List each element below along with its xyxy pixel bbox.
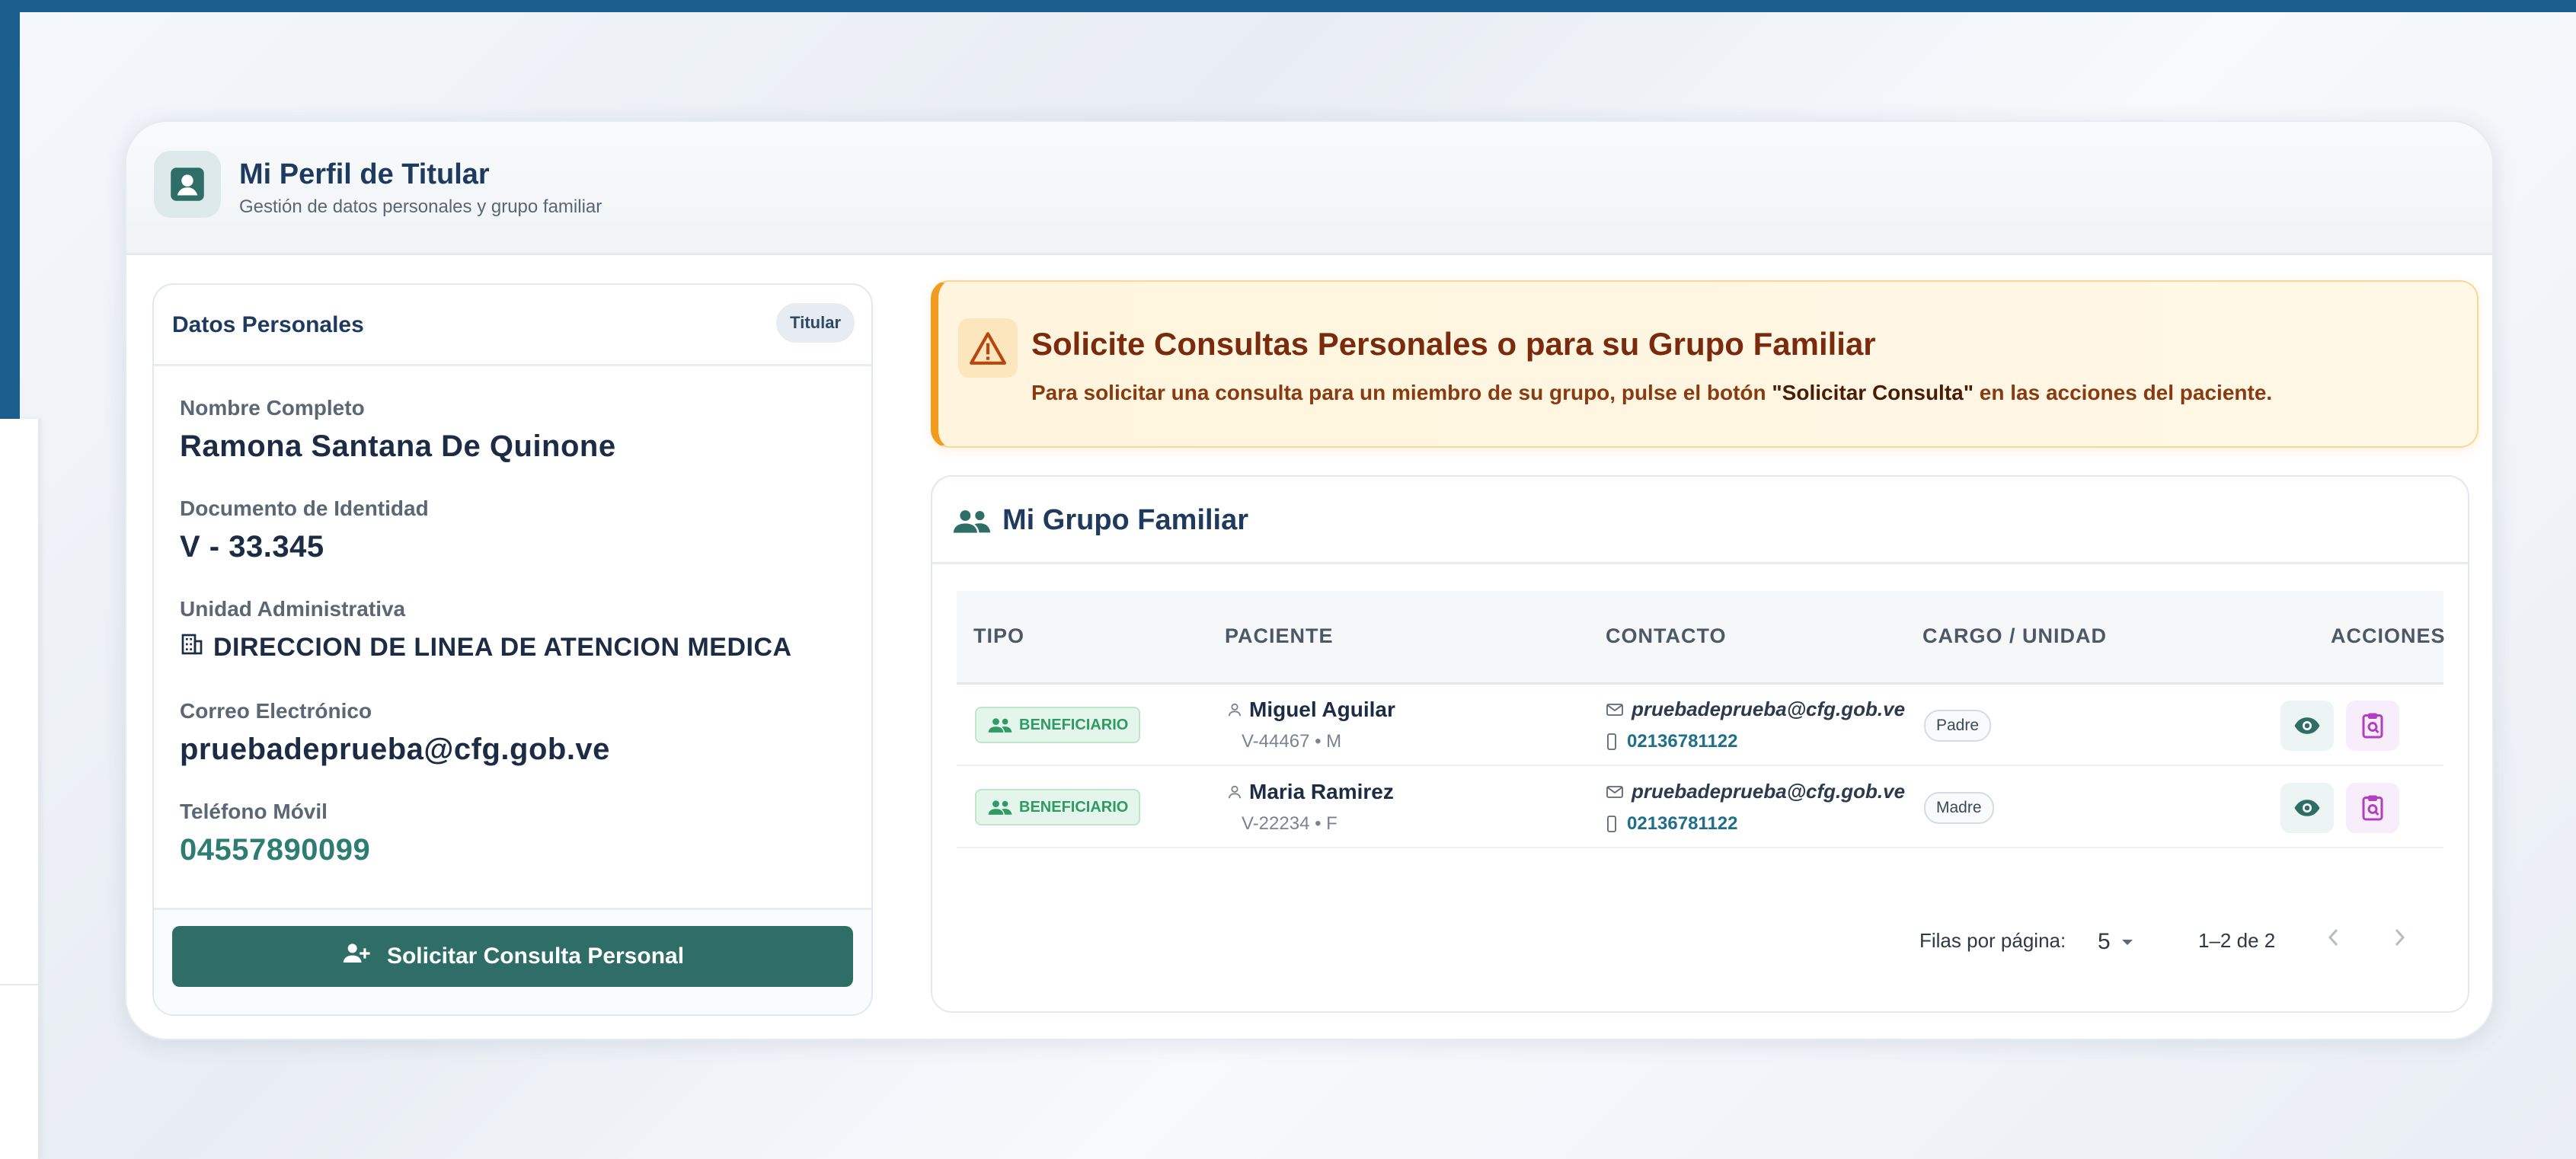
alert-message-end: en las acciones del paciente. — [1974, 381, 2273, 404]
patient-doc: V-22234 • F — [1242, 813, 1338, 834]
view-button[interactable] — [2280, 701, 2334, 751]
table-row: BENEFICIARIO Miguel Aguilar V-44467 • M … — [957, 684, 2443, 766]
unit-label: Unidad Administrativa — [180, 597, 406, 621]
beneficiary-label: BENEFICIARIO — [1019, 798, 1129, 816]
phone-label: Teléfono Móvil — [180, 800, 328, 823]
cargo-chip: Madre — [1924, 792, 1994, 824]
building-icon — [180, 632, 204, 663]
document-value: V - 33.345 — [180, 530, 324, 564]
page-subtitle: Gestión de datos personales y grupo fami… — [239, 196, 602, 217]
table-row: BENEFICIARIO Maria Ramirez V-22234 • F p… — [957, 766, 2443, 848]
person-icon — [1228, 785, 1242, 799]
eye-icon — [2294, 717, 2320, 734]
request-consult-button[interactable] — [2346, 783, 2399, 833]
left-sidebar-strip — [0, 12, 20, 423]
phone-icon — [1607, 816, 1616, 832]
unit-value: DIRECCION DE LINEA DE ATENCION MEDICA — [213, 633, 792, 662]
alert-message-start: Para solicitar una consulta para un miem… — [1031, 381, 1772, 404]
background-panel — [0, 419, 40, 1159]
beneficiary-label: BENEFICIARIO — [1019, 716, 1129, 733]
view-button[interactable] — [2280, 783, 2334, 833]
titular-badge: Titular — [776, 303, 855, 343]
request-personal-consult-button[interactable]: Solicitar Consulta Personal — [172, 926, 853, 987]
column-acciones: ACCIONES — [2331, 624, 2446, 647]
rows-per-page-value: 5 — [2098, 929, 2111, 954]
personal-data-card: Datos Personales Titular Nombre Completo… — [152, 283, 873, 1016]
add-person-icon — [341, 941, 372, 972]
patient-name: Maria Ramirez — [1226, 780, 1394, 804]
contact-phone: 02136781122 — [1606, 813, 1738, 835]
info-alert: Solicite Consultas Personales o para su … — [931, 280, 2479, 448]
personal-data-title: Datos Personales — [172, 312, 364, 337]
phone-value: 04557890099 — [180, 833, 371, 867]
contact-email: pruebadeprueba@cfg.gob.ve — [1606, 698, 1905, 721]
cargo-chip: Padre — [1924, 710, 1992, 742]
next-page-button[interactable] — [2392, 926, 2407, 954]
request-consult-button[interactable] — [2346, 701, 2399, 751]
alert-message-bold: "Solicitar Consulta" — [1772, 381, 1974, 404]
alert-message: Para solicitar una consulta para un miem… — [1031, 381, 2272, 405]
contact-email: pruebadeprueba@cfg.gob.ve — [1606, 780, 1905, 803]
chevron-down-icon — [2121, 940, 2133, 945]
beneficiary-badge: BENEFICIARIO — [975, 707, 1141, 743]
mail-icon — [1606, 703, 1623, 716]
rows-per-page-label: Filas por página: — [1919, 929, 2066, 952]
column-cargo: CARGO / UNIDAD — [1922, 624, 2107, 647]
mail-icon — [1606, 785, 1623, 798]
column-paciente: PACIENTE — [1225, 624, 1334, 647]
family-group-header: Mi Grupo Familiar — [932, 477, 2468, 564]
group-icon — [988, 800, 1012, 815]
email-value: pruebadeprueba@cfg.gob.ve — [180, 733, 610, 766]
contact-phone-text: 02136781122 — [1627, 813, 1738, 834]
group-icon — [952, 507, 992, 538]
family-group-card: Mi Grupo Familiar TIPO PACIENTE CONTACTO… — [931, 475, 2469, 1013]
phone-icon — [1607, 733, 1616, 750]
clipboard-search-icon — [2362, 795, 2383, 821]
alert-title: Solicite Consultas Personales o para su … — [1031, 326, 1876, 362]
name-value: Ramona Santana De Quinone — [180, 429, 616, 463]
patient-name-text: Miguel Aguilar — [1249, 698, 1395, 721]
profile-icon — [154, 151, 221, 218]
group-icon — [988, 718, 1012, 733]
name-label: Nombre Completo — [180, 396, 365, 420]
family-group-title: Mi Grupo Familiar — [1002, 504, 1249, 536]
personal-data-header: Datos Personales Titular — [154, 285, 871, 366]
contact-phone: 02136781122 — [1606, 731, 1738, 752]
prev-page-button[interactable] — [2326, 926, 2341, 954]
beneficiary-badge: BENEFICIARIO — [975, 789, 1141, 825]
contact-email-text: pruebadeprueba@cfg.gob.ve — [1632, 780, 1906, 803]
email-label: Correo Electrónico — [180, 699, 372, 723]
background-divider — [0, 984, 38, 985]
column-tipo: TIPO — [973, 624, 1025, 647]
top-bar — [0, 0, 2576, 12]
document-label: Documento de Identidad — [180, 496, 429, 520]
patient-doc: V-44467 • M — [1242, 731, 1342, 752]
page-title: Mi Perfil de Titular — [239, 158, 490, 190]
contact-email-text: pruebadeprueba@cfg.gob.ve — [1632, 698, 1906, 720]
chevron-left-icon — [2328, 928, 2338, 947]
request-personal-consult-label: Solicitar Consulta Personal — [386, 943, 685, 969]
chevron-right-icon — [2395, 928, 2405, 947]
patient-name-text: Maria Ramirez — [1249, 780, 1394, 803]
person-icon — [1228, 703, 1242, 717]
eye-icon — [2294, 800, 2320, 816]
patient-name: Miguel Aguilar — [1226, 698, 1395, 722]
contact-phone-text: 02136781122 — [1627, 731, 1738, 752]
table-header: TIPO PACIENTE CONTACTO CARGO / UNIDAD AC… — [957, 591, 2446, 685]
warning-icon — [958, 318, 1018, 378]
pagination-range: 1–2 de 2 — [2198, 929, 2276, 952]
column-contacto: CONTACTO — [1606, 624, 1727, 647]
profile-header: Mi Perfil de Titular Gestión de datos pe… — [126, 122, 2492, 255]
unit-value-row: DIRECCION DE LINEA DE ATENCION MEDICA — [180, 632, 792, 663]
rows-per-page-select[interactable]: 5 — [2098, 929, 2135, 955]
clipboard-search-icon — [2362, 713, 2383, 739]
